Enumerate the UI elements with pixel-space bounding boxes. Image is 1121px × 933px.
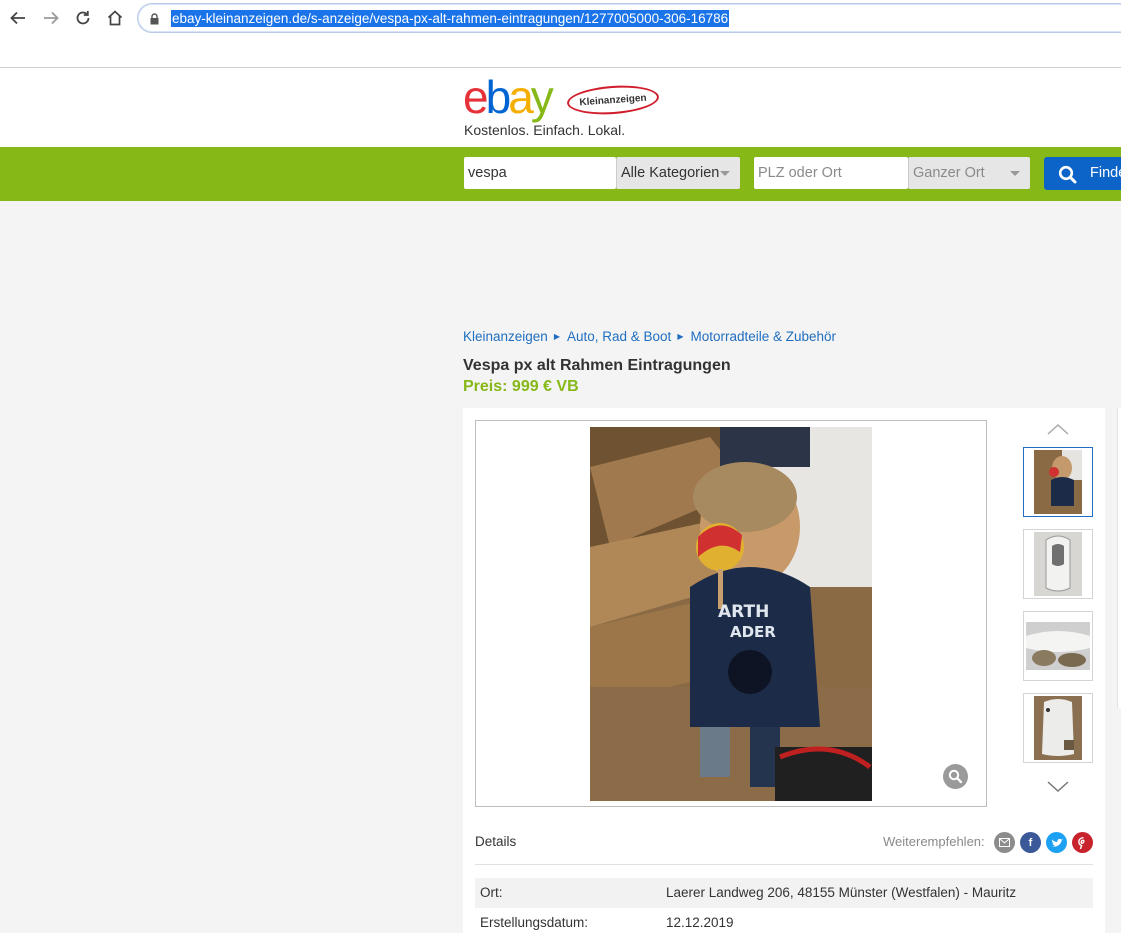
email-icon[interactable] [994,832,1015,853]
thumbnail[interactable] [1023,529,1093,599]
svg-text:ARTH: ARTH [718,602,769,622]
find-button-label: Finden [1090,165,1121,181]
radius-select-value: Ganzer Ort [913,165,985,181]
logo-letter: b [485,71,512,123]
facebook-icon[interactable]: f [1020,832,1041,853]
details-heading: Details [475,834,517,849]
detail-row: Erstellungsdatum: 12.12.2019 [475,908,1093,933]
forward-icon[interactable] [39,6,63,30]
category-select[interactable]: Alle Kategorien [616,157,740,189]
find-button[interactable]: Finden [1044,157,1121,190]
logo-letter: e [463,71,489,123]
detail-key: Ort: [480,885,503,900]
url-text[interactable]: ebay-kleinanzeigen.de/s-anzeige/vespa-px… [171,10,730,27]
breadcrumb-arrow-icon: ▶ [677,332,684,341]
chevron-down-icon [1010,171,1020,176]
breadcrumb-item[interactable]: Auto, Rad & Boot [567,329,671,344]
main-image-frame[interactable]: ARTH ADER [475,420,987,807]
chevron-down-icon[interactable] [1047,780,1069,798]
main-photo[interactable]: ARTH ADER [590,427,872,801]
ebay-wordmark: ebay [463,71,554,123]
site-header: ebay Kleinanzeigen Kostenlos. Einfach. L… [0,68,1121,147]
listing-price: Preis: 999 € VB [463,378,579,395]
detail-value: Laerer Landweg 206, 48155 Münster (Westf… [666,885,1017,900]
detail-key: Erstellungsdatum: [480,915,589,930]
breadcrumb: Kleinanzeigen ▶ Auto, Rad & Boot ▶ Motor… [463,329,836,344]
chevron-down-icon [720,171,730,176]
location-input[interactable]: PLZ oder Ort [754,157,908,189]
breadcrumb-item[interactable]: Kleinanzeigen [463,329,548,344]
breadcrumb-arrow-icon: ▶ [553,332,560,341]
address-bar[interactable]: ebay-kleinanzeigen.de/s-anzeige/vespa-px… [137,3,1121,33]
search-icon [1058,164,1077,197]
category-select-value: Alle Kategorien [621,165,720,181]
thumbnail[interactable] [1023,693,1093,763]
radius-select[interactable]: Ganzer Ort [908,157,1030,189]
thumbnail[interactable] [1023,447,1093,517]
browser-toolbar: ebay-kleinanzeigen.de/s-anzeige/vespa-px… [0,0,1121,68]
search-input[interactable]: vespa [464,157,616,189]
listing-title: Vespa px alt Rahmen Eintragungen [463,357,731,374]
detail-row: Ort: Laerer Landweg 206, 48155 Münster (… [475,878,1093,908]
back-icon[interactable] [6,6,30,30]
share-label: Weiterempfehlen: [883,834,985,849]
search-bar: vespa Alle Kategorien PLZ oder Ort Ganze… [0,147,1121,201]
chevron-up-icon[interactable] [1047,422,1069,440]
listing-card: ARTH ADER Details Weiterempfehlen: f Ort… [463,408,1105,933]
tagline: Kostenlos. Einfach. Lokal. [464,122,626,138]
detail-value: 12.12.2019 [666,915,734,930]
logo-letter: a [508,71,534,123]
home-icon[interactable] [103,6,127,30]
twitter-icon[interactable] [1046,832,1067,853]
reload-icon[interactable] [71,6,95,30]
zoom-icon[interactable] [943,764,968,789]
sidebar-edge [1117,408,1121,708]
breadcrumb-item[interactable]: Motorradteile & Zubehör [690,329,836,344]
pinterest-icon[interactable] [1072,832,1093,853]
lock-icon [150,12,159,30]
thumbnail[interactable] [1023,611,1093,681]
divider [475,864,1093,865]
logo-letter: y [530,71,554,123]
kleinanzeigen-badge: Kleinanzeigen [566,82,660,118]
svg-text:ADER: ADER [730,623,776,641]
